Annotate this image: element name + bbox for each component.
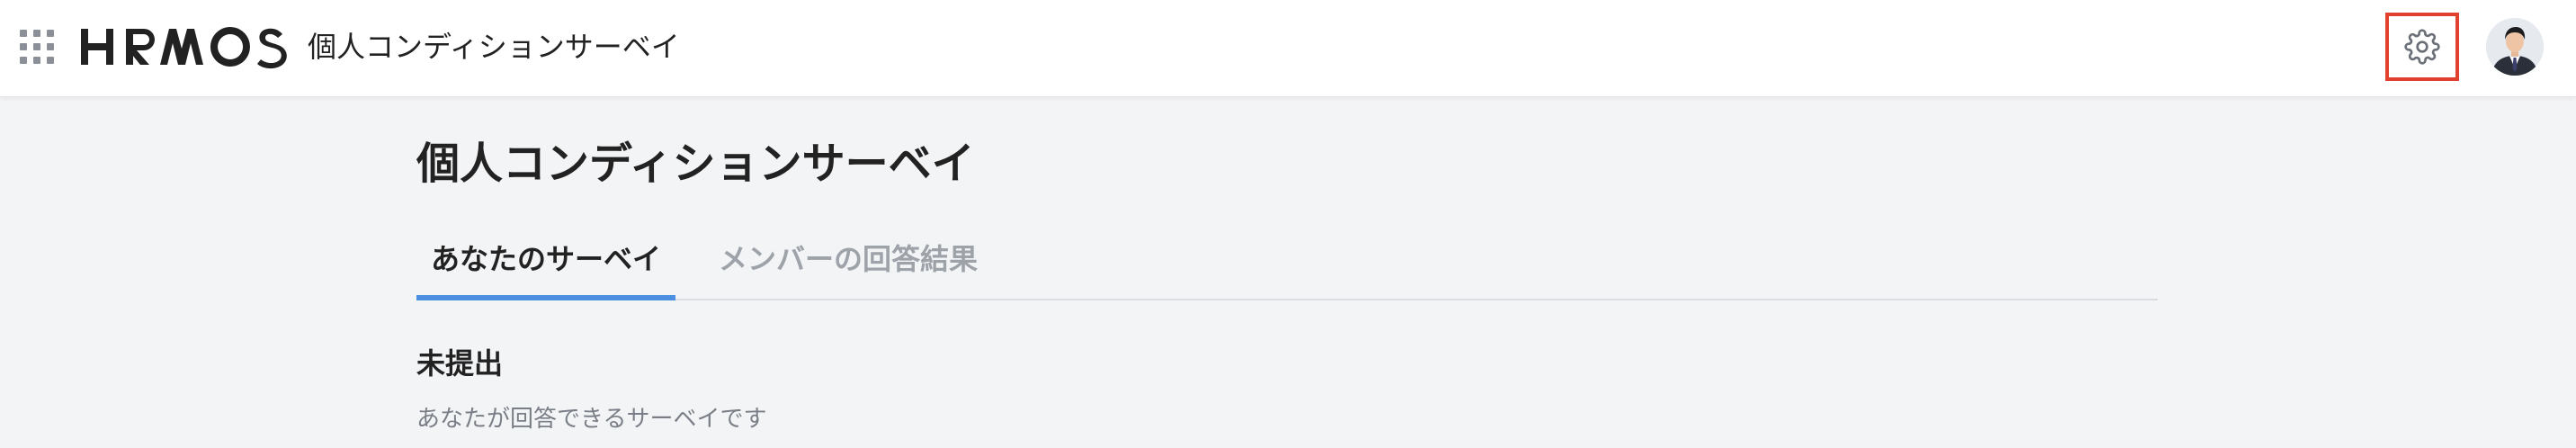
tab-your-surveys[interactable]: あなたのサーベイ bbox=[416, 234, 675, 300]
user-avatar[interactable] bbox=[2486, 18, 2544, 76]
page-title: 個人コンディションサーベイ bbox=[416, 139, 975, 189]
grid-dot bbox=[47, 57, 54, 64]
top-navigation-bar: 個人コンディションサーベイ bbox=[0, 0, 2576, 97]
user-avatar-image bbox=[2486, 18, 2544, 76]
app-grid-icon[interactable] bbox=[20, 30, 56, 66]
grid-dot bbox=[33, 30, 40, 37]
tab-member-results[interactable]: メンバーの回答結果 bbox=[719, 234, 978, 300]
grid-dot bbox=[33, 43, 40, 50]
grid-dot bbox=[47, 43, 54, 50]
grid-dot bbox=[20, 43, 27, 50]
tab-bar: あなたのサーベイ メンバーの回答結果 bbox=[416, 234, 2158, 300]
grid-dot bbox=[33, 57, 40, 64]
grid-dot bbox=[20, 57, 27, 64]
hrmos-logo[interactable] bbox=[79, 22, 288, 72]
section-title-unsubmitted: 未提出 bbox=[416, 346, 504, 381]
settings-button[interactable] bbox=[2385, 13, 2459, 81]
grid-dot bbox=[20, 30, 27, 37]
app-name-label: 個人コンディションサーベイ bbox=[308, 30, 680, 64]
gear-icon bbox=[2404, 29, 2440, 65]
section-description: あなたが回答できるサーベイです bbox=[416, 406, 767, 433]
grid-dot bbox=[47, 30, 54, 37]
